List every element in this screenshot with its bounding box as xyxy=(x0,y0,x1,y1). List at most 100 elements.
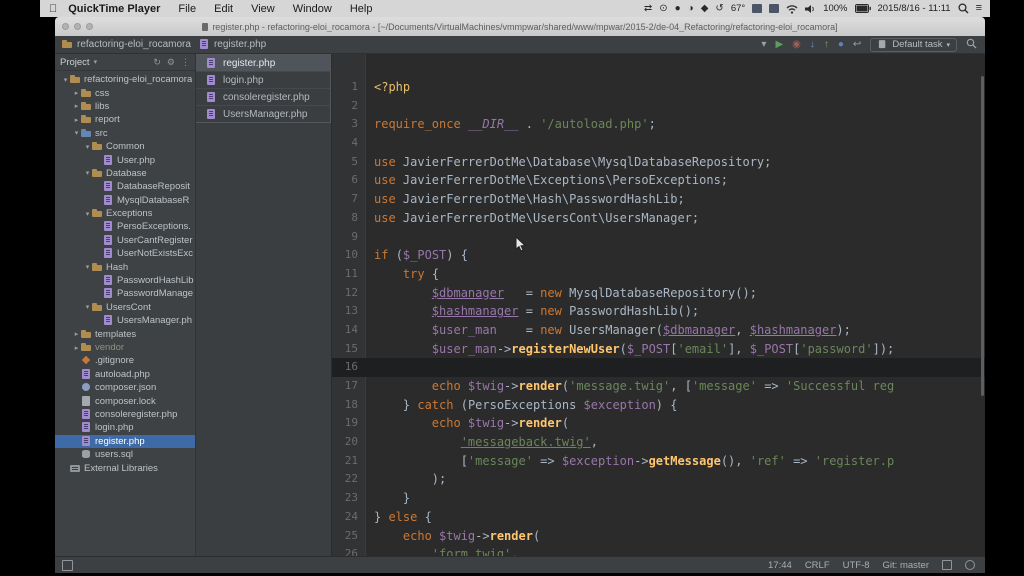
tab-login-php[interactable]: login.php xyxy=(196,72,330,89)
toolwindow-toggle-icon[interactable] xyxy=(62,560,73,571)
tree-item-persoexceptions-[interactable]: PersoExceptions. xyxy=(55,220,195,233)
chevron-open-icon[interactable]: ▾ xyxy=(83,263,92,271)
search-everywhere-icon[interactable] xyxy=(966,38,977,52)
code-line-9[interactable]: 9 xyxy=(332,228,985,247)
tree-item-css[interactable]: ▸css xyxy=(55,86,195,99)
chevron-closed-icon[interactable]: ▸ xyxy=(72,102,81,110)
caret-position[interactable]: 17:44 xyxy=(768,560,792,571)
window-titlebar[interactable]: register.php - refactoring-eloi_rocamora… xyxy=(55,17,985,36)
task-selector[interactable]: Default task ▾ xyxy=(870,38,957,52)
code-editor[interactable]: 1<?php23require_once __DIR__ . '/autoloa… xyxy=(332,54,985,556)
tree-item-hash[interactable]: ▾Hash xyxy=(55,260,195,273)
notification-center-icon[interactable]: ≡ xyxy=(976,3,982,14)
project-panel-header[interactable]: Project ▾ ↻ ⚙ ⋮ xyxy=(55,54,195,71)
tree-item-exceptions[interactable]: ▾Exceptions xyxy=(55,207,195,220)
chevron-open-icon[interactable]: ▾ xyxy=(72,129,81,137)
code-line-5[interactable]: 5use JavierFerrerDotMe\Database\MysqlDat… xyxy=(332,153,985,172)
code-line-3[interactable]: 3require_once __DIR__ . '/autoload.php'; xyxy=(332,115,985,134)
tree-item-report[interactable]: ▸report xyxy=(55,113,195,126)
tree-item-consoleregister-php[interactable]: consoleregister.php xyxy=(55,408,195,421)
volume-icon[interactable] xyxy=(805,4,816,14)
menu-quicktime-player[interactable]: QuickTime Player xyxy=(65,3,169,15)
vcs-commit-icon[interactable]: ↑ xyxy=(824,40,829,50)
breadcrumb-project[interactable]: refactoring-eloi_rocamora xyxy=(77,39,191,50)
code-line-11[interactable]: 11 try { xyxy=(332,265,985,284)
tree-item-databasereposit[interactable]: DatabaseReposit xyxy=(55,180,195,193)
code-line-19[interactable]: 19 echo $twig->render( xyxy=(332,414,985,433)
run-icon[interactable]: ▶ xyxy=(775,40,783,50)
chevron-open-icon[interactable]: ▾ xyxy=(83,169,92,177)
tree-item-register-php[interactable]: register.php xyxy=(55,435,195,448)
code-line-8[interactable]: 8use JavierFerrerDotMe\UsersCont\UsersMa… xyxy=(332,209,985,228)
code-line-26[interactable]: 26 'form.twig', xyxy=(332,545,985,556)
chevron-closed-icon[interactable]: ▸ xyxy=(72,89,81,97)
menubar-datetime[interactable]: 2015/8/16 - 11:11 xyxy=(878,3,951,14)
tree-item--gitignore[interactable]: .gitignore xyxy=(55,354,195,367)
tree-item-user-php[interactable]: User.php xyxy=(55,153,195,166)
cpu-meter-icon[interactable] xyxy=(752,4,762,13)
code-line-23[interactable]: 23 } xyxy=(332,489,985,508)
write-lock-icon[interactable] xyxy=(942,560,952,570)
code-line-24[interactable]: 24} else { xyxy=(332,508,985,527)
file-encoding[interactable]: UTF-8 xyxy=(843,560,870,571)
tree-item-external-libraries[interactable]: External Libraries xyxy=(55,461,195,474)
chevron-open-icon[interactable]: ▾ xyxy=(83,303,92,311)
coverage-icon[interactable]: ● xyxy=(838,40,844,50)
chevron-open-icon[interactable]: ▾ xyxy=(83,143,92,151)
tree-item-composer-lock[interactable]: composer.lock xyxy=(55,394,195,407)
menu-help[interactable]: Help xyxy=(341,3,382,15)
menu-extra-icon[interactable]: ⊙ xyxy=(659,4,667,14)
tree-item-libs[interactable]: ▸libs xyxy=(55,100,195,113)
apple-menu-icon[interactable]:  xyxy=(49,3,57,15)
chevron-closed-icon[interactable]: ▸ xyxy=(72,330,81,338)
tree-item-templates[interactable]: ▸templates xyxy=(55,327,195,340)
chevron-open-icon[interactable]: ▾ xyxy=(61,76,70,84)
sync-icon[interactable]: ↻ xyxy=(153,57,161,68)
menu-view[interactable]: View xyxy=(242,3,284,15)
editor-scrollbar[interactable] xyxy=(981,76,984,396)
tree-item-vendor[interactable]: ▸vendor xyxy=(55,341,195,354)
code-line-20[interactable]: 20 'messageback.twig', xyxy=(332,433,985,452)
breadcrumb-file[interactable]: register.php xyxy=(214,39,266,50)
code-line-14[interactable]: 14 $user_man = new UsersManager($dbmanag… xyxy=(332,321,985,340)
menu-extra-icon[interactable]: ◑ xyxy=(688,4,694,14)
run-config-dropdown-icon[interactable]: ▾ xyxy=(761,40,766,50)
tab-consoleregister-php[interactable]: consoleregister.php xyxy=(196,89,330,106)
zoom-window-button[interactable] xyxy=(86,23,93,30)
chevron-closed-icon[interactable]: ▸ xyxy=(72,344,81,352)
menu-file[interactable]: File xyxy=(169,3,205,15)
code-line-15[interactable]: 15 $user_man->registerNewUser($_POST['em… xyxy=(332,340,985,359)
cpu-meter-icon[interactable] xyxy=(769,4,779,13)
vcs-update-icon[interactable]: ↓ xyxy=(810,40,815,50)
tree-item-usersmanager-ph[interactable]: UsersManager.ph xyxy=(55,314,195,327)
battery-icon[interactable] xyxy=(855,4,871,13)
code-line-17[interactable]: 17 echo $twig->render('message.twig', ['… xyxy=(332,377,985,396)
code-line-13[interactable]: 13 $hashmanager = new PasswordHashLib(); xyxy=(332,302,985,321)
spotlight-icon[interactable] xyxy=(958,3,969,14)
line-separator[interactable]: CRLF xyxy=(805,560,830,571)
tab-register-php[interactable]: register.php xyxy=(196,55,330,72)
code-line-4[interactable]: 4 xyxy=(332,134,985,153)
code-line-18[interactable]: 18 } catch (PersoExceptions $exception) … xyxy=(332,396,985,415)
code-line-1[interactable]: 1<?php xyxy=(332,78,985,97)
minimize-window-button[interactable] xyxy=(74,23,81,30)
undo-icon[interactable]: ↩ xyxy=(853,40,861,50)
code-line-10[interactable]: 10if ($_POST) { xyxy=(332,246,985,265)
temperature-text[interactable]: 67° xyxy=(731,3,745,14)
tree-item-autoload-php[interactable]: autoload.php xyxy=(55,368,195,381)
code-line-16[interactable]: 16 xyxy=(332,358,985,377)
tree-item-login-php[interactable]: login.php xyxy=(55,421,195,434)
time-machine-icon[interactable]: ↺ xyxy=(715,4,723,14)
chevron-closed-icon[interactable]: ▸ xyxy=(72,116,81,124)
tab-usersmanager-php[interactable]: UsersManager.php xyxy=(196,106,330,122)
code-line-21[interactable]: 21 ['message' => $exception->getMessage(… xyxy=(332,452,985,471)
tree-item-composer-json[interactable]: composer.json xyxy=(55,381,195,394)
tree-item-usercantregister[interactable]: UserCantRegister xyxy=(55,234,195,247)
tree-item-mysqldatabaser[interactable]: MysqlDatabaseR xyxy=(55,194,195,207)
tree-item-refactoring-eloi-rocamora[interactable]: ▾refactoring-eloi_rocamora xyxy=(55,73,195,86)
menu-window[interactable]: Window xyxy=(284,3,341,15)
debug-icon[interactable]: ◉ xyxy=(792,40,801,50)
code-line-7[interactable]: 7use JavierFerrerDotMe\Hash\PasswordHash… xyxy=(332,190,985,209)
close-window-button[interactable] xyxy=(62,23,69,30)
tree-item-database[interactable]: ▾Database xyxy=(55,167,195,180)
